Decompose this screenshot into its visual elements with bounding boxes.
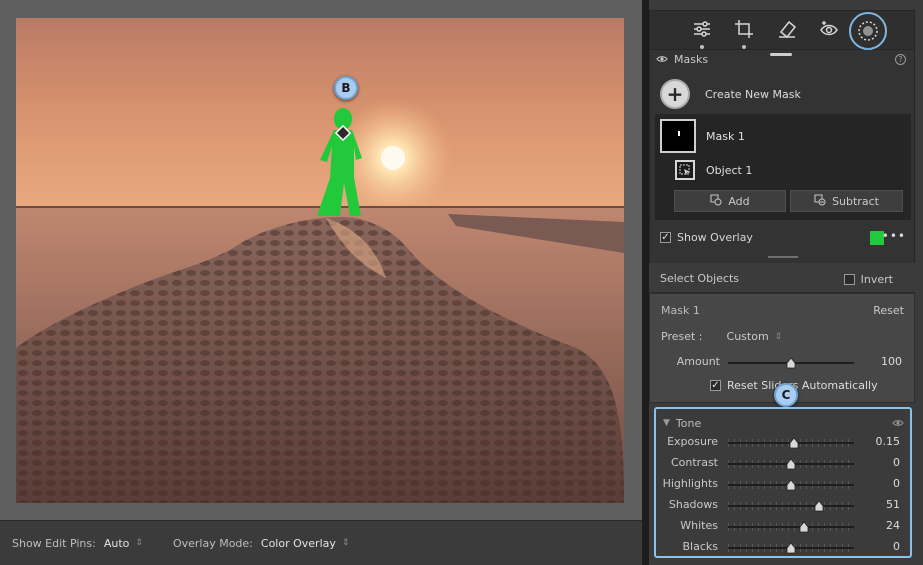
invert-control[interactable]: Invert: [843, 273, 893, 286]
sunset-photo: [16, 18, 624, 503]
tone-title: Tone: [675, 416, 702, 430]
exposure-slider[interactable]: [728, 437, 854, 449]
subtract-label: Subtract: [832, 194, 879, 208]
add-label: Add: [728, 194, 750, 208]
tone-header[interactable]: ▼ Tone: [656, 415, 910, 431]
shadows-label: Shadows: [668, 498, 718, 511]
blacks-slider[interactable]: [728, 542, 854, 554]
overlay-mode-control[interactable]: Overlay Mode: Color Overlay ⇕: [173, 537, 349, 550]
select-objects-label: Select Objects: [660, 272, 739, 285]
contrast-label: Contrast: [670, 456, 718, 469]
object1-label: Object 1: [706, 163, 753, 177]
eye-icon[interactable]: [656, 53, 668, 66]
mask-thumbnail: [660, 119, 696, 153]
collapse-triangle-icon[interactable]: ▼: [663, 418, 670, 428]
callout-c: C: [774, 383, 798, 407]
masks-title: Masks: [674, 52, 709, 66]
reset-sliders-checkbox[interactable]: ✓: [710, 380, 721, 391]
updown-chevron-icon: ⇕: [341, 538, 350, 548]
amount-value[interactable]: 100: [856, 355, 902, 368]
plus-icon: +: [660, 79, 690, 109]
subtract-button[interactable]: Subtract: [790, 190, 903, 212]
crop-icon[interactable]: [732, 17, 756, 41]
show-overlay-row: ✓ Show Overlay •••: [650, 226, 914, 248]
mask1-label: Mask 1: [706, 129, 745, 143]
tone-panel: ▼ Tone Exposure 0.15 Contrast 0 Highlights 0 S…: [654, 407, 912, 558]
create-new-mask-button[interactable]: + Create New Mask: [650, 74, 914, 114]
overlay-mode-label: Overlay Mode:: [172, 536, 253, 550]
slider-thumb[interactable]: [786, 479, 796, 491]
highlights-slider[interactable]: [728, 479, 854, 491]
bottom-toolbar: Show Edit Pins: Auto ⇕ Overlay Mode: Col…: [0, 520, 642, 565]
tool-indicator-dot: [742, 45, 746, 49]
select-object-icon: [675, 160, 695, 180]
drag-handle[interactable]: [770, 53, 792, 56]
highlights-value[interactable]: 0: [854, 477, 900, 490]
more-options-icon[interactable]: •••: [882, 229, 906, 243]
exposure-value[interactable]: 0.15: [854, 435, 901, 448]
edit-sliders-icon[interactable]: [690, 17, 714, 41]
whites-slider[interactable]: [728, 521, 854, 533]
show-edit-pins-control[interactable]: Show Edit Pins: Auto ⇕: [12, 537, 143, 550]
tool-indicator-dot: [700, 45, 704, 49]
right-panel: A Masks ? + Create New Mask Mask 1 Objec…: [649, 0, 923, 565]
panel-divider: [642, 0, 649, 565]
slider-thumb[interactable]: [814, 500, 824, 512]
slider-thumb[interactable]: [786, 542, 796, 554]
contrast-slider[interactable]: [728, 458, 854, 470]
show-overlay-checkbox[interactable]: ✓: [660, 231, 671, 243]
invert-label: Invert: [860, 273, 893, 286]
amount-slider[interactable]: [728, 357, 854, 369]
masking-tool-button[interactable]: [849, 12, 887, 50]
subtract-mask-icon: [814, 194, 826, 209]
add-mask-icon: [710, 194, 722, 209]
exposure-label: Exposure: [667, 435, 718, 448]
create-new-mask-label: Create New Mask: [705, 87, 801, 101]
reset-button[interactable]: Reset: [873, 304, 904, 317]
mask-item-mask1[interactable]: Mask 1: [655, 114, 911, 158]
reset-sliders-label: Reset Sliders Automatically: [727, 379, 878, 392]
show-edit-pins-value[interactable]: Auto: [104, 537, 130, 550]
preset-row: Preset : Custom ⇕: [661, 330, 782, 343]
whites-label: Whites: [680, 519, 718, 532]
shadows-value[interactable]: 51: [854, 498, 900, 511]
preset-dropdown[interactable]: Custom: [727, 330, 769, 343]
healing-eraser-icon[interactable]: [775, 17, 799, 41]
resize-handle[interactable]: [768, 256, 798, 258]
photo-preview[interactable]: [16, 18, 624, 503]
red-eye-icon[interactable]: [817, 17, 841, 41]
mask-adjust-title: Mask 1: [661, 304, 700, 317]
slider-thumb[interactable]: [789, 437, 799, 449]
eye-icon[interactable]: [892, 417, 904, 430]
help-icon[interactable]: ?: [895, 54, 906, 65]
amount-label: Amount: [676, 355, 720, 368]
slider-thumb[interactable]: [786, 458, 796, 470]
slider-thumb[interactable]: [799, 521, 809, 533]
mask-list: Mask 1 Object 1 Add Subtract: [655, 114, 911, 220]
masks-panel: Masks ? + Create New Mask Mask 1 Object …: [649, 50, 915, 263]
masking-icon: [858, 21, 878, 41]
image-canvas[interactable]: B: [0, 0, 642, 520]
callout-b: B: [334, 76, 358, 100]
contrast-value[interactable]: 0: [854, 456, 900, 469]
updown-chevron-icon: ⇕: [135, 538, 143, 548]
slider-thumb[interactable]: [786, 357, 796, 369]
blacks-label: Blacks: [682, 540, 719, 553]
overlay-mode-value[interactable]: Color Overlay: [261, 537, 336, 550]
select-objects-header: Select Objects Invert: [649, 265, 915, 293]
show-edit-pins-label: Show Edit Pins:: [12, 536, 96, 550]
mask-component-object1[interactable]: Object 1: [655, 160, 911, 180]
blacks-value[interactable]: 0: [854, 540, 900, 553]
invert-checkbox[interactable]: [843, 274, 855, 285]
shadows-slider[interactable]: [728, 500, 854, 512]
whites-value[interactable]: 24: [854, 519, 900, 532]
tool-strip: [649, 10, 915, 50]
show-overlay-label: Show Overlay: [677, 230, 753, 244]
add-button[interactable]: Add: [674, 190, 786, 212]
updown-chevron-icon: ⇕: [774, 331, 783, 342]
highlights-label: Highlights: [662, 477, 718, 490]
preset-label: Preset :: [661, 330, 703, 343]
